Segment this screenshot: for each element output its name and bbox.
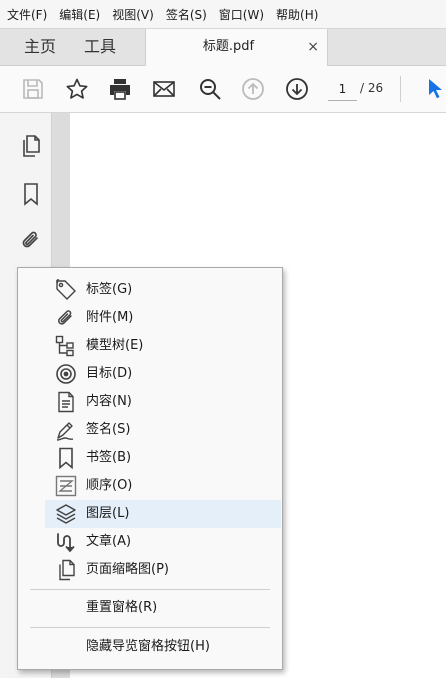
menu-item-label: 书签(B) (86, 450, 132, 465)
menu-item-label: 目标(D) (86, 366, 133, 381)
layers-icon (55, 503, 77, 525)
menu-item-label: 模型树(E) (86, 338, 144, 353)
paperclip-icon (55, 307, 77, 329)
menu-item-layers[interactable]: 图层(L) (45, 500, 281, 528)
email-icon[interactable] (151, 76, 177, 102)
menu-item-reset-panes[interactable]: 重置窗格(R) (45, 594, 281, 622)
document-tab-title: 标题.pdf (202, 39, 255, 54)
tab-home[interactable]: 主页 (24, 29, 56, 65)
menu-view[interactable]: 视图(V) (112, 6, 154, 23)
page-down-icon[interactable] (284, 76, 310, 102)
menu-help[interactable]: 帮助(H) (276, 6, 318, 23)
print-icon[interactable] (107, 76, 133, 102)
menu-item-label: 附件(M) (86, 310, 134, 325)
page-thumbnails-icon (55, 559, 77, 581)
content-icon (55, 391, 77, 413)
menu-sign[interactable]: 签名(S) (166, 6, 207, 23)
menu-item-page-thumbnails[interactable]: 页面缩略图(P) (45, 556, 281, 584)
menu-item-bookmarks[interactable]: 书签(B) (45, 444, 281, 472)
menu-separator (30, 589, 270, 590)
menu-item-articles[interactable]: 文章(A) (45, 528, 281, 556)
menu-item-label: 图层(L) (86, 506, 130, 521)
menu-item-signatures[interactable]: 签名(S) (45, 416, 281, 444)
menu-item-label: 重置窗格(R) (86, 600, 158, 615)
signature-icon (55, 419, 77, 441)
menu-item-label: 页面缩略图(P) (86, 562, 169, 577)
tag-icon (55, 279, 77, 301)
zoom-out-icon[interactable] (197, 76, 223, 102)
menu-item-label: 隐藏导览窗格按钮(H) (86, 639, 210, 654)
menu-separator (30, 627, 270, 628)
bookmark-icon[interactable] (17, 180, 45, 208)
menu-bar: 文件(F) 编辑(E) 视图(V) 签名(S) 窗口(W) 帮助(H) (0, 0, 446, 29)
order-icon (55, 475, 77, 497)
menu-item-hide-nav-buttons[interactable]: 隐藏导览窗格按钮(H) (45, 633, 281, 661)
menu-item-destinations[interactable]: 目标(D) (45, 360, 281, 388)
article-icon (55, 531, 77, 553)
menu-item-content[interactable]: 内容(N) (45, 388, 281, 416)
menu-item-attachments[interactable]: 附件(M) (45, 304, 281, 332)
tab-tools[interactable]: 工具 (84, 29, 116, 65)
attachment-icon[interactable] (17, 226, 45, 254)
menu-edit[interactable]: 编辑(E) (59, 6, 100, 23)
menu-item-label: 顺序(O) (86, 478, 133, 493)
star-icon[interactable] (64, 76, 90, 102)
page-number-input[interactable] (328, 78, 357, 101)
select-pointer-icon[interactable] (422, 76, 446, 102)
menu-item-order[interactable]: 顺序(O) (45, 472, 281, 500)
page-up-icon[interactable] (240, 76, 266, 102)
tab-bar: 主页 工具 标题.pdf × (0, 29, 446, 66)
toolbar: / 26 (0, 66, 446, 113)
menu-item-model-tree[interactable]: 模型树(E) (45, 332, 281, 360)
save-icon[interactable] (20, 76, 46, 102)
menu-item-tags[interactable]: 标签(G) (45, 276, 281, 304)
menu-item-label: 签名(S) (86, 422, 131, 437)
menu-item-label: 内容(N) (86, 394, 132, 409)
context-menu: 标签(G) 附件(M) 模型树(E) 目标(D) 内容(N) 签名(S) 书签(… (17, 267, 283, 670)
page-thumbnails-icon[interactable] (17, 132, 45, 160)
page-total: / 26 (360, 81, 384, 95)
bookmark-icon (55, 447, 77, 470)
menu-item-label: 标签(G) (86, 282, 133, 297)
close-tab-button[interactable]: × (307, 29, 319, 65)
target-icon (55, 363, 77, 385)
menu-item-label: 文章(A) (86, 534, 132, 549)
model-tree-icon (55, 335, 77, 357)
toolbar-divider (400, 76, 401, 102)
tab-document[interactable]: 标题.pdf × (145, 29, 328, 66)
menu-file[interactable]: 文件(F) (7, 6, 47, 23)
menu-window[interactable]: 窗口(W) (219, 6, 264, 23)
